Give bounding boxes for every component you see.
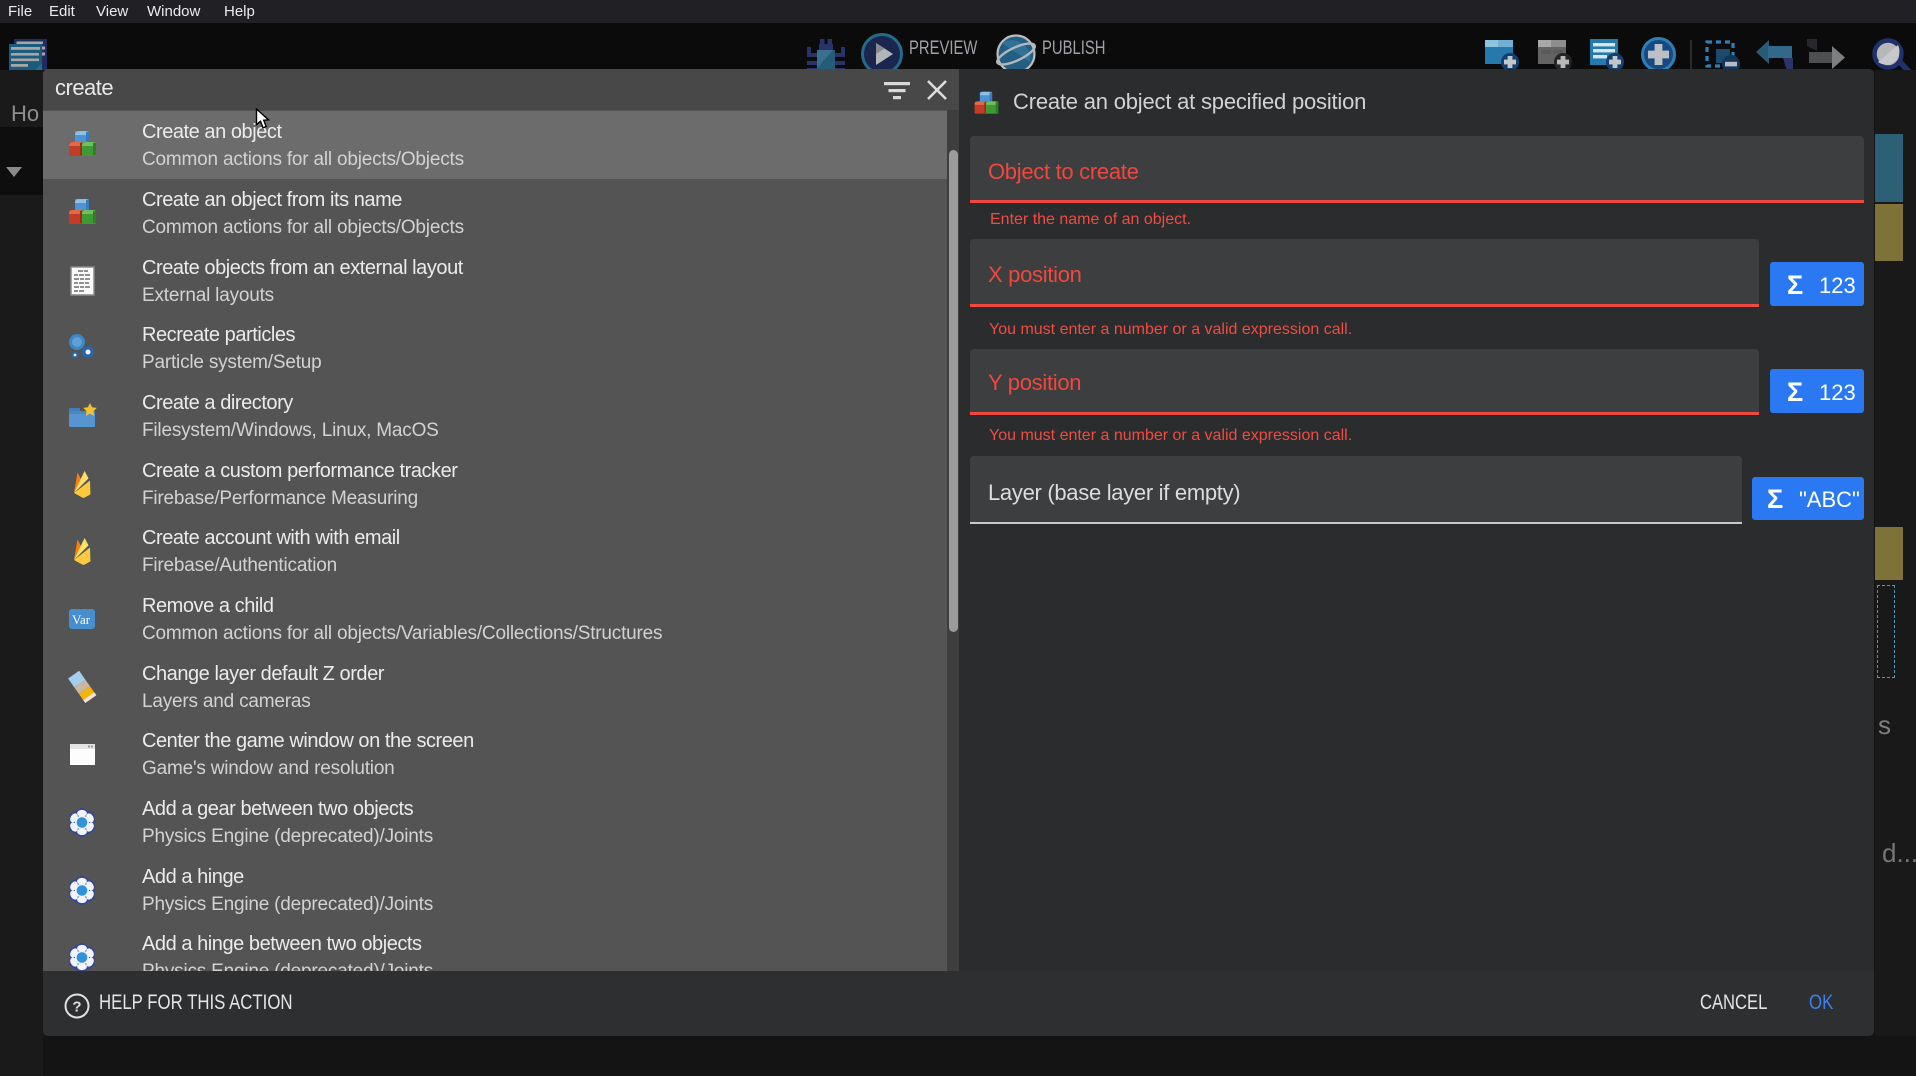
svg-text:?: ? (72, 999, 81, 1016)
svg-text:Var: Var (72, 612, 91, 627)
